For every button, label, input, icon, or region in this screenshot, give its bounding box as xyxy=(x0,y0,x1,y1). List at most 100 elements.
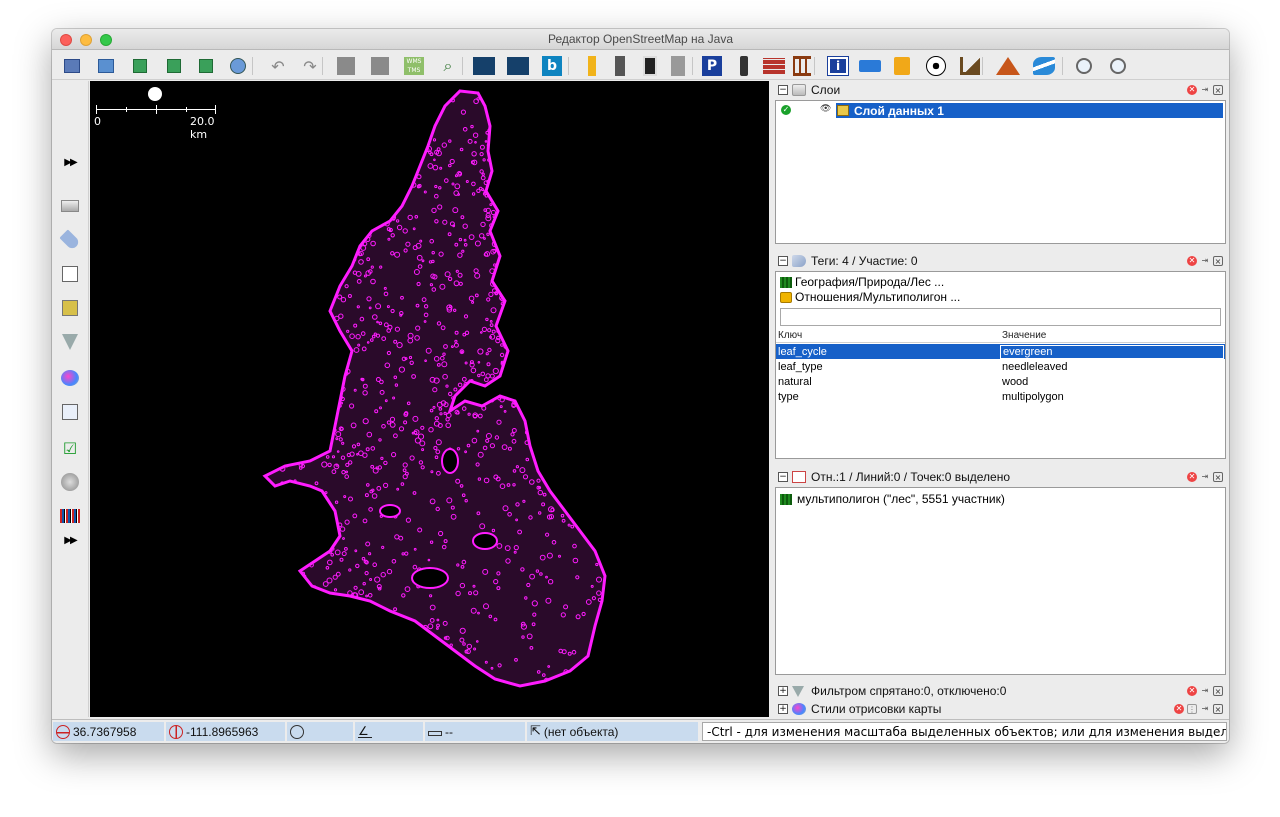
peak-button[interactable] xyxy=(996,54,1020,78)
map-canvas[interactable] xyxy=(90,81,769,717)
tag-value[interactable]: wood xyxy=(1000,376,1224,388)
open-location-button[interactable] xyxy=(94,54,118,78)
football-button[interactable] xyxy=(924,54,948,78)
barcode-button[interactable] xyxy=(59,505,81,527)
close-icon[interactable]: × xyxy=(1213,256,1223,266)
zoom-imagery-button[interactable]: ⌕ xyxy=(436,54,460,78)
pin-icon[interactable]: ⇥ xyxy=(1200,686,1210,696)
layer-active-icon[interactable]: ✓ xyxy=(781,105,791,115)
angle-field[interactable]: ∠ xyxy=(355,722,423,741)
layers-list[interactable]: ✓ 👁 Слой данных 1 xyxy=(775,100,1226,244)
hotel-button[interactable] xyxy=(858,54,882,78)
wall-button[interactable] xyxy=(762,54,786,78)
latitude-field[interactable]: 36.7367958 xyxy=(53,722,164,741)
filter-panel-header[interactable]: + Фильтром спрятано:0, отключено:0 ✕ ⇥ × xyxy=(774,682,1227,700)
selection-panel-header[interactable]: − Отн.:1 / Линий:0 / Точек:0 выделено ✕ … xyxy=(774,468,1227,486)
select-tool-button[interactable] xyxy=(59,87,81,109)
expand-icon[interactable]: + xyxy=(778,686,788,696)
forest-multipolygon[interactable] xyxy=(258,89,612,688)
pin-icon[interactable]: ⇥ xyxy=(1200,85,1210,95)
bing-button[interactable]: b xyxy=(540,54,564,78)
help-icon[interactable]: ✕ xyxy=(1187,472,1197,482)
column-header-key[interactable]: Ключ xyxy=(778,330,1002,341)
tags-panel-header[interactable]: − Теги: 4 / Участие: 0 ✕ ⇥ × xyxy=(774,252,1227,270)
tag-key[interactable]: leaf_type xyxy=(776,361,1000,373)
tag-search-input[interactable] xyxy=(780,308,1221,326)
draw-tool-button[interactable] xyxy=(59,121,81,143)
tag-value[interactable]: needleleaved xyxy=(1000,361,1224,373)
railway-3-button[interactable] xyxy=(638,54,662,78)
info-button[interactable]: i xyxy=(826,54,850,78)
zoom-in-button[interactable] xyxy=(1072,54,1096,78)
close-icon[interactable]: × xyxy=(1213,686,1223,696)
tag-row[interactable]: leaf_cycle evergreen xyxy=(776,344,1225,359)
pin-icon[interactable]: ⇥ xyxy=(1200,472,1210,482)
tag-value[interactable]: evergreen xyxy=(1000,344,1224,359)
zoom-out-button[interactable] xyxy=(1106,54,1130,78)
selection-list[interactable]: мультиполигон ("лес", 5551 участник) xyxy=(775,487,1226,675)
upload-button[interactable] xyxy=(194,54,218,78)
preset-forest[interactable]: География/Природа/Лес ... xyxy=(780,275,944,289)
traffic-signals-button[interactable] xyxy=(732,54,756,78)
layer-name[interactable]: Слой данных 1 xyxy=(854,104,944,118)
heading-field[interactable] xyxy=(287,722,353,741)
column-header-value[interactable]: Значение xyxy=(1002,330,1225,341)
imagery-1-button[interactable] xyxy=(334,54,358,78)
search-location-button[interactable] xyxy=(226,54,250,78)
railway-4-button[interactable] xyxy=(666,54,690,78)
selection-list-button[interactable] xyxy=(59,263,81,285)
settings-icon[interactable]: ⋮ xyxy=(1187,704,1197,714)
layers-panel-header[interactable]: − Слои ✕ ⇥ × xyxy=(774,81,1227,99)
parking-button[interactable]: P xyxy=(700,54,724,78)
styles-panel-header[interactable]: + Стили отрисовки карты ✕ ⋮ ⇥ × xyxy=(774,700,1227,718)
tag-key[interactable]: leaf_cycle xyxy=(776,346,1000,358)
selection-item[interactable]: мультиполигон ("лес", 5551 участник) xyxy=(780,492,1005,506)
tag-key[interactable]: natural xyxy=(776,376,1000,388)
more-dialogs-button[interactable]: ▶▶ xyxy=(59,529,81,551)
close-icon[interactable]: × xyxy=(1213,472,1223,482)
collapse-icon[interactable]: − xyxy=(778,85,788,95)
close-icon[interactable]: × xyxy=(1213,704,1223,714)
more-tools-button[interactable]: ▶▶ xyxy=(59,151,81,173)
pin-icon[interactable]: ⇥ xyxy=(1200,704,1210,714)
tag-value[interactable]: multipolygon xyxy=(1000,391,1224,403)
forest-outline[interactable] xyxy=(262,89,607,688)
industrial-button[interactable] xyxy=(958,54,982,78)
road-preset-2-button[interactable] xyxy=(506,54,530,78)
distance-field[interactable]: -- xyxy=(425,722,525,741)
open-file-button[interactable] xyxy=(60,54,84,78)
history-button[interactable] xyxy=(59,401,81,423)
close-icon[interactable]: × xyxy=(1213,85,1223,95)
object-field[interactable]: ⇱ (нет объекта) xyxy=(527,722,698,741)
tag-key[interactable]: type xyxy=(776,391,1000,403)
map-styles-button[interactable] xyxy=(59,367,81,389)
imagery-button[interactable] xyxy=(59,297,81,319)
collapse-icon[interactable]: − xyxy=(778,472,788,482)
collapse-icon[interactable]: − xyxy=(778,256,788,266)
pin-icon[interactable]: ⇥ xyxy=(1200,256,1210,266)
globe-button[interactable] xyxy=(59,471,81,493)
help-icon[interactable]: ✕ xyxy=(1187,686,1197,696)
download-button[interactable] xyxy=(128,54,152,78)
railway-2-button[interactable] xyxy=(608,54,632,78)
layers-button[interactable] xyxy=(59,195,81,217)
undo-button[interactable]: ↶ xyxy=(266,54,290,78)
tags-button[interactable] xyxy=(59,229,81,251)
longitude-field[interactable]: -111.8965963 xyxy=(166,722,285,741)
preset-multipolygon[interactable]: Отношения/Мультиполигон ... xyxy=(780,290,960,304)
expand-icon[interactable]: + xyxy=(778,704,788,714)
validation-button[interactable]: ☑ xyxy=(59,437,81,459)
help-icon[interactable]: ✕ xyxy=(1187,256,1197,266)
help-icon[interactable]: ✕ xyxy=(1187,85,1197,95)
redo-button[interactable]: ↷ xyxy=(298,54,322,78)
help-icon[interactable]: ✕ xyxy=(1174,704,1184,714)
wms-button[interactable]: WMS TMS xyxy=(402,54,426,78)
railway-1-button[interactable] xyxy=(580,54,604,78)
imagery-2-button[interactable] xyxy=(368,54,392,78)
shop-button[interactable] xyxy=(890,54,914,78)
tag-row[interactable]: leaf_type needleleaved xyxy=(776,359,1225,374)
map-view[interactable]: 0 20.0 km xyxy=(90,81,769,717)
download-along-button[interactable] xyxy=(162,54,186,78)
fence-button[interactable] xyxy=(790,54,814,78)
tag-row[interactable]: type multipolygon xyxy=(776,389,1225,404)
